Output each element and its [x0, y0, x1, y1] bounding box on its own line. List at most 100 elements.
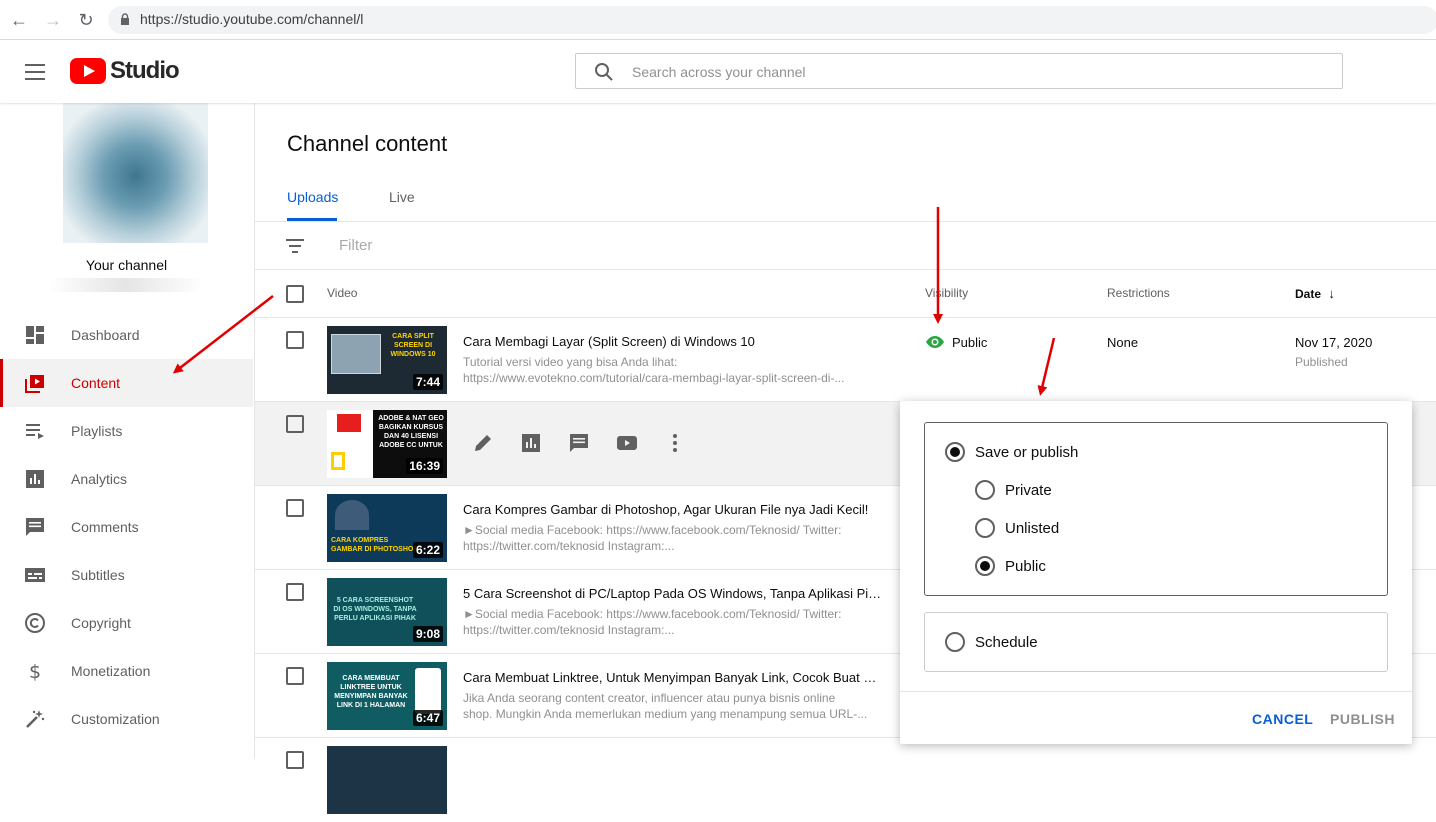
- video-thumbnail[interactable]: 5 CARA SCREENSHOT DI OS WINDOWS, TANPA P…: [327, 578, 447, 646]
- column-header-visibility[interactable]: Visibility: [925, 286, 968, 300]
- thumb-logo-panel: [327, 410, 373, 478]
- sidebar-item-analytics[interactable]: Analytics: [0, 455, 253, 503]
- video-description-line: https://twitter.com/teknosid Instagram:.…: [463, 623, 675, 637]
- tab-uploads[interactable]: Uploads: [287, 189, 338, 205]
- svg-text:$: $: [29, 661, 41, 682]
- studio-logo[interactable]: Studio: [70, 57, 180, 85]
- visibility-popup: Save or publish Private Unlisted Public …: [900, 401, 1412, 744]
- divider: [255, 221, 1436, 222]
- sidebar-item-label: Monetization: [71, 663, 151, 679]
- row-checkbox[interactable]: [286, 583, 304, 601]
- column-header-restrictions[interactable]: Restrictions: [1107, 286, 1170, 300]
- video-duration: 6:22: [412, 542, 443, 558]
- row-checkbox[interactable]: [286, 331, 304, 349]
- date-value: Nov 17, 2020: [1295, 335, 1373, 350]
- monetization-icon: $: [29, 661, 41, 682]
- sidebar-item-label: Playlists: [71, 423, 123, 439]
- more-options-icon[interactable]: [664, 432, 686, 454]
- comments-icon[interactable]: [568, 432, 590, 454]
- row-actions: [472, 432, 712, 454]
- schedule-label: Schedule: [975, 634, 1038, 651]
- thumb-caption: CARA MEMBUAT LINKTREE UNTUK MENYIMPAN BA…: [334, 675, 408, 709]
- channel-label: Your channel: [85, 257, 168, 273]
- back-arrow-icon[interactable]: ←: [8, 9, 30, 31]
- thumb-caption: 5 CARA SCREENSHOT DI OS WINDOWS, TANPA P…: [333, 597, 417, 622]
- column-header-date[interactable]: Date ↓: [1295, 286, 1335, 301]
- video-duration: 16:39: [406, 458, 443, 474]
- schedule-section: Schedule: [924, 612, 1388, 672]
- filter-icon[interactable]: [286, 239, 304, 253]
- search-input[interactable]: Search across your channel: [575, 53, 1343, 89]
- column-header-video[interactable]: Video: [327, 286, 357, 300]
- cancel-button[interactable]: CANCEL: [1252, 711, 1313, 727]
- youtube-icon[interactable]: [616, 432, 638, 454]
- schedule-radio[interactable]: [945, 632, 965, 652]
- sidebar-item-copyright[interactable]: Copyright: [0, 599, 253, 647]
- video-thumbnail[interactable]: CARA SPLIT SCREEN DI WINDOWS 10 7:44: [327, 326, 447, 394]
- sidebar-item-label: Customization: [71, 711, 160, 727]
- save-or-publish-label: Save or publish: [975, 444, 1079, 461]
- save-or-publish-radio[interactable]: [945, 442, 965, 462]
- playlists-icon: [26, 424, 44, 439]
- pencil-icon[interactable]: [472, 432, 494, 454]
- row-checkbox[interactable]: [286, 415, 304, 433]
- subtitles-icon: [25, 568, 45, 582]
- video-description-line: ►Social media Facebook: https://www.face…: [463, 607, 842, 621]
- sort-down-arrow-icon: ↓: [1328, 286, 1335, 301]
- row-checkbox[interactable]: [286, 499, 304, 517]
- sidebar-item-content[interactable]: Content: [0, 359, 253, 407]
- thumb-caption: CARA SPLIT SCREEN DI WINDOWS 10: [390, 333, 436, 358]
- row-checkbox[interactable]: [286, 751, 304, 769]
- video-thumbnail[interactable]: ADOBE & NAT GEO BAGIKAN KURSUS DAN 40 LI…: [327, 410, 447, 478]
- address-bar[interactable]: https://studio.youtube.com/channel/l: [108, 6, 1436, 34]
- video-title[interactable]: 5 Cara Screenshot di PC/Laptop Pada OS W…: [463, 586, 883, 601]
- sidebar-item-dashboard[interactable]: Dashboard: [0, 311, 253, 359]
- table-row[interactable]: [255, 738, 1436, 822]
- sidebar-item-label: Subtitles: [71, 567, 125, 583]
- select-all-checkbox[interactable]: [286, 285, 304, 303]
- video-thumbnail[interactable]: [327, 746, 447, 814]
- visibility-value[interactable]: Public: [952, 335, 987, 350]
- sidebar-item-playlists[interactable]: Playlists: [0, 407, 253, 455]
- unlisted-radio[interactable]: [975, 518, 995, 538]
- video-thumbnail[interactable]: CARA MEMBUAT LINKTREE UNTUK MENYIMPAN BA…: [327, 662, 447, 730]
- public-radio[interactable]: [975, 556, 995, 576]
- reload-icon[interactable]: ↻: [75, 9, 97, 31]
- analytics-icon[interactable]: [520, 432, 542, 454]
- sidebar-item-customization[interactable]: Customization: [0, 695, 253, 743]
- adobe-logo: [337, 414, 361, 432]
- video-description-line: Jika Anda seorang content creator, influ…: [463, 691, 836, 705]
- filter-input[interactable]: Filter: [339, 237, 372, 254]
- channel-avatar[interactable]: [63, 103, 208, 243]
- sidebar-item-label: Copyright: [71, 615, 131, 631]
- video-title[interactable]: Cara Membagi Layar (Split Screen) di Win…: [463, 334, 883, 349]
- studio-header: Studio Search across your channel: [0, 40, 1436, 103]
- divider: [900, 691, 1412, 692]
- forward-arrow-icon[interactable]: →: [42, 9, 64, 31]
- menu-icon[interactable]: [25, 64, 45, 80]
- tab-live[interactable]: Live: [389, 189, 415, 205]
- video-description-line: Tutorial versi video yang bisa Anda liha…: [463, 355, 678, 369]
- video-description: Tutorial versi video yang bisa Anda liha…: [463, 354, 873, 386]
- sidebar-item-comments[interactable]: Comments: [0, 503, 253, 551]
- sidebar-item-label: Dashboard: [71, 327, 140, 343]
- video-thumbnail[interactable]: CARA KOMPRES GAMBAR DI PHOTOSHOP 6:22: [327, 494, 447, 562]
- private-radio[interactable]: [975, 480, 995, 500]
- video-title[interactable]: Cara Kompres Gambar di Photoshop, Agar U…: [463, 502, 883, 517]
- analytics-icon: [26, 470, 44, 488]
- row-checkbox[interactable]: [286, 667, 304, 685]
- publish-button[interactable]: PUBLISH: [1330, 711, 1395, 727]
- thumb-screen-graphic: [331, 334, 381, 374]
- eye-icon: [926, 336, 944, 348]
- sidebar-item-monetization[interactable]: $ Monetization: [0, 647, 253, 695]
- sidebar-item-subtitles[interactable]: Subtitles: [0, 551, 253, 599]
- logo-text: Studio: [110, 57, 180, 84]
- table-row[interactable]: CARA SPLIT SCREEN DI WINDOWS 10 7:44 Car…: [255, 318, 1436, 402]
- search-icon: [595, 63, 613, 81]
- address-url: https://studio.youtube.com/channel/l: [140, 11, 364, 27]
- sidebar-item-label: Analytics: [71, 471, 128, 487]
- column-header-date-label: Date: [1295, 287, 1322, 301]
- video-description: ►Social media Facebook: https://www.face…: [463, 522, 873, 554]
- video-title[interactable]: Cara Membuat Linktree, Untuk Menyimpan B…: [463, 670, 883, 685]
- sidebar-item-label: Comments: [71, 519, 139, 535]
